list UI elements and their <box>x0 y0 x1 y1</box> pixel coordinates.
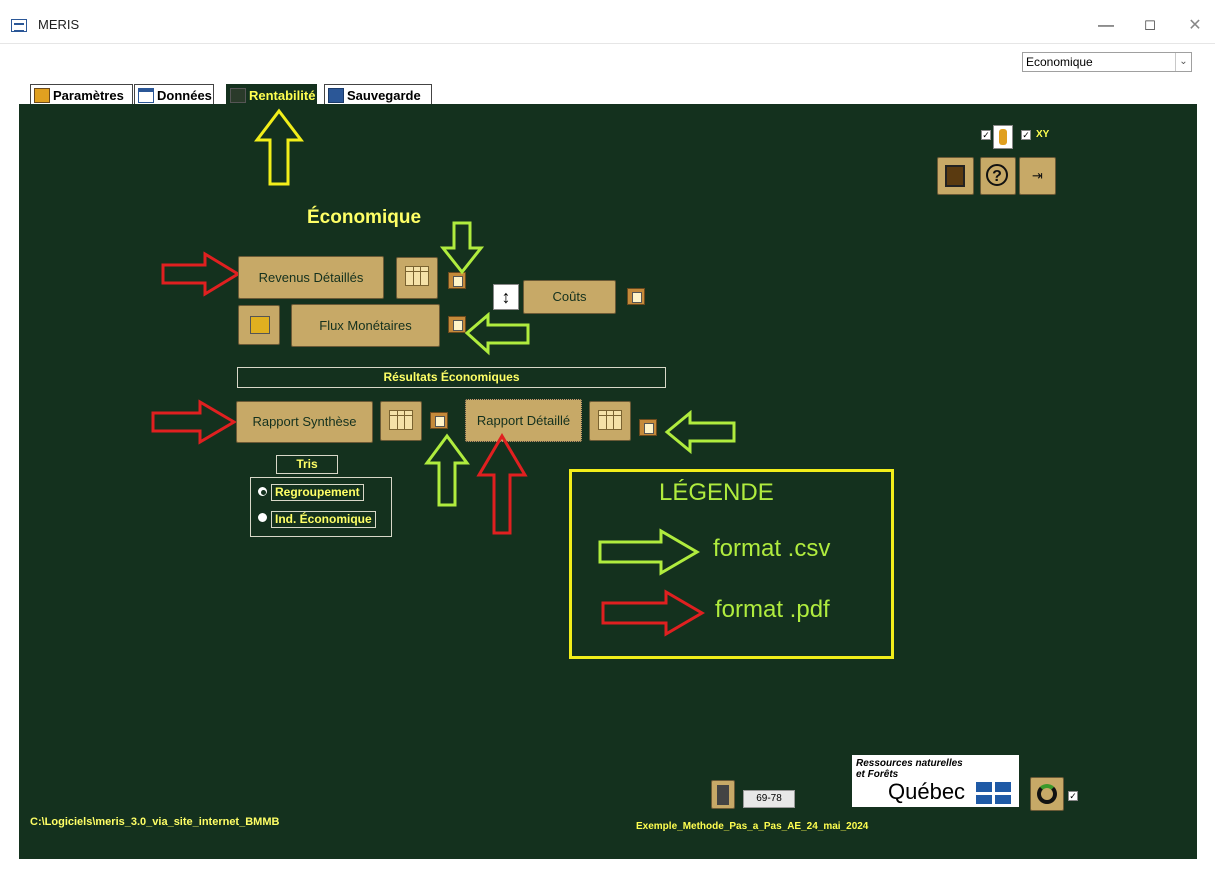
help-icon: ? <box>986 164 1008 186</box>
chevron-down-icon[interactable]: ⌄ <box>1175 53 1191 71</box>
pdf-arrow-icon <box>476 433 528 535</box>
logo-name: Québec <box>888 779 966 804</box>
window-title: MERIS <box>38 17 80 32</box>
table-icon <box>138 87 154 103</box>
mode-select-value: Economique <box>1026 55 1093 69</box>
revenus-detailles-button[interactable]: Revenus Détaillés <box>238 256 384 299</box>
close-button[interactable]: ✕ <box>1181 12 1209 40</box>
synthese-csv-button[interactable] <box>430 412 448 429</box>
csv-arrow-icon <box>464 312 530 356</box>
checkbox-icon[interactable]: ✓ <box>981 130 991 140</box>
couts-csv-button[interactable] <box>627 288 645 305</box>
flux-monetaires-button[interactable]: Flux Monétaires <box>291 304 440 347</box>
radio-ind-economique[interactable] <box>258 513 267 522</box>
legend-pdf-label: format .pdf <box>715 596 830 623</box>
csv-arrow-icon <box>424 433 470 507</box>
rapport-synthese-button[interactable]: Rapport Synthèse <box>236 401 373 443</box>
legend-title: LÉGENDE <box>659 479 774 506</box>
results-header: Résultats Économiques <box>237 367 666 388</box>
project-name: Exemple_Methode_Pas_a_Pas_AE_24_mai_2024 <box>636 821 869 832</box>
bottle-shape <box>999 129 1007 145</box>
settings-icon <box>34 87 50 103</box>
radio-label-regroupement: Regroupement <box>271 484 364 501</box>
refresh-icon <box>1037 784 1057 804</box>
title-bar <box>0 0 1215 44</box>
copy-button[interactable] <box>937 157 974 195</box>
revenus-table-button[interactable] <box>396 257 438 299</box>
cycle-button[interactable] <box>1030 777 1064 811</box>
table-icon <box>405 266 429 286</box>
pdf-arrow-icon <box>161 251 241 297</box>
flux-export-button[interactable] <box>238 305 280 345</box>
table-icon <box>389 410 413 430</box>
maximize-button[interactable]: ☐ <box>1136 12 1164 40</box>
file-path: C:\Logiciels\meris_3.0_via_site_internet… <box>30 816 280 828</box>
bottle-icon[interactable] <box>993 125 1013 149</box>
minimize-button[interactable]: — <box>1092 12 1120 40</box>
exit-button[interactable]: ⇥ <box>1019 157 1056 195</box>
xy-checkbox[interactable]: ✓ <box>1021 130 1031 140</box>
tab-label: Données <box>157 87 212 103</box>
tab-sauvegarde[interactable]: Sauvegarde <box>324 84 432 105</box>
mode-select[interactable]: Economique ⌄ <box>1022 52 1192 72</box>
radio-label-ind-economique: Ind. Économique <box>271 511 376 528</box>
couts-button[interactable]: Coûts <box>523 280 616 314</box>
tab-label: Rentabilité <box>249 87 316 103</box>
detaille-table-button[interactable] <box>589 401 631 441</box>
quebec-flag-icon <box>976 782 1011 804</box>
pdf-arrow-icon <box>601 589 705 637</box>
person-button[interactable] <box>711 780 735 809</box>
tab-rentabilite[interactable]: Rentabilité <box>226 84 317 105</box>
tab-label: Sauvegarde <box>347 87 421 103</box>
arrow-up-icon <box>254 108 304 186</box>
table-icon <box>598 410 622 430</box>
export-icon <box>250 316 270 334</box>
exit-icon: ⇥ <box>1032 168 1043 183</box>
xy-label: XY <box>1036 129 1050 140</box>
footer-checkbox[interactable]: ✓ <box>1068 791 1078 801</box>
legend-csv-label: format .csv <box>713 535 831 562</box>
csv-arrow-icon <box>598 528 700 576</box>
tab-label: Paramètres <box>53 87 124 103</box>
section-heading: Économique <box>307 207 422 228</box>
tris-label: Tris <box>276 455 338 474</box>
tab-donnees[interactable]: Données <box>134 84 214 105</box>
person-icon <box>717 785 729 805</box>
synthese-table-button[interactable] <box>380 401 422 441</box>
help-button[interactable]: ? <box>980 157 1016 195</box>
save-icon <box>328 87 344 103</box>
pdf-arrow-icon <box>151 399 237 445</box>
detaille-csv-button[interactable] <box>639 419 657 436</box>
tab-parametres[interactable]: Paramètres <box>30 84 133 105</box>
radio-regroupement[interactable] <box>258 487 267 496</box>
range-field[interactable]: 69-78 <box>743 790 795 808</box>
csv-arrow-icon <box>440 221 484 275</box>
app-icon <box>11 19 27 32</box>
clipboard-icon <box>945 165 965 187</box>
resize-vertical-icon[interactable]: ↕ <box>493 284 519 310</box>
chart-icon <box>230 87 246 103</box>
quebec-logo: Ressources naturelles et Forêts Québec <box>852 755 1019 807</box>
logo-line1: Ressources naturelles <box>856 758 963 769</box>
csv-arrow-icon <box>664 410 736 455</box>
